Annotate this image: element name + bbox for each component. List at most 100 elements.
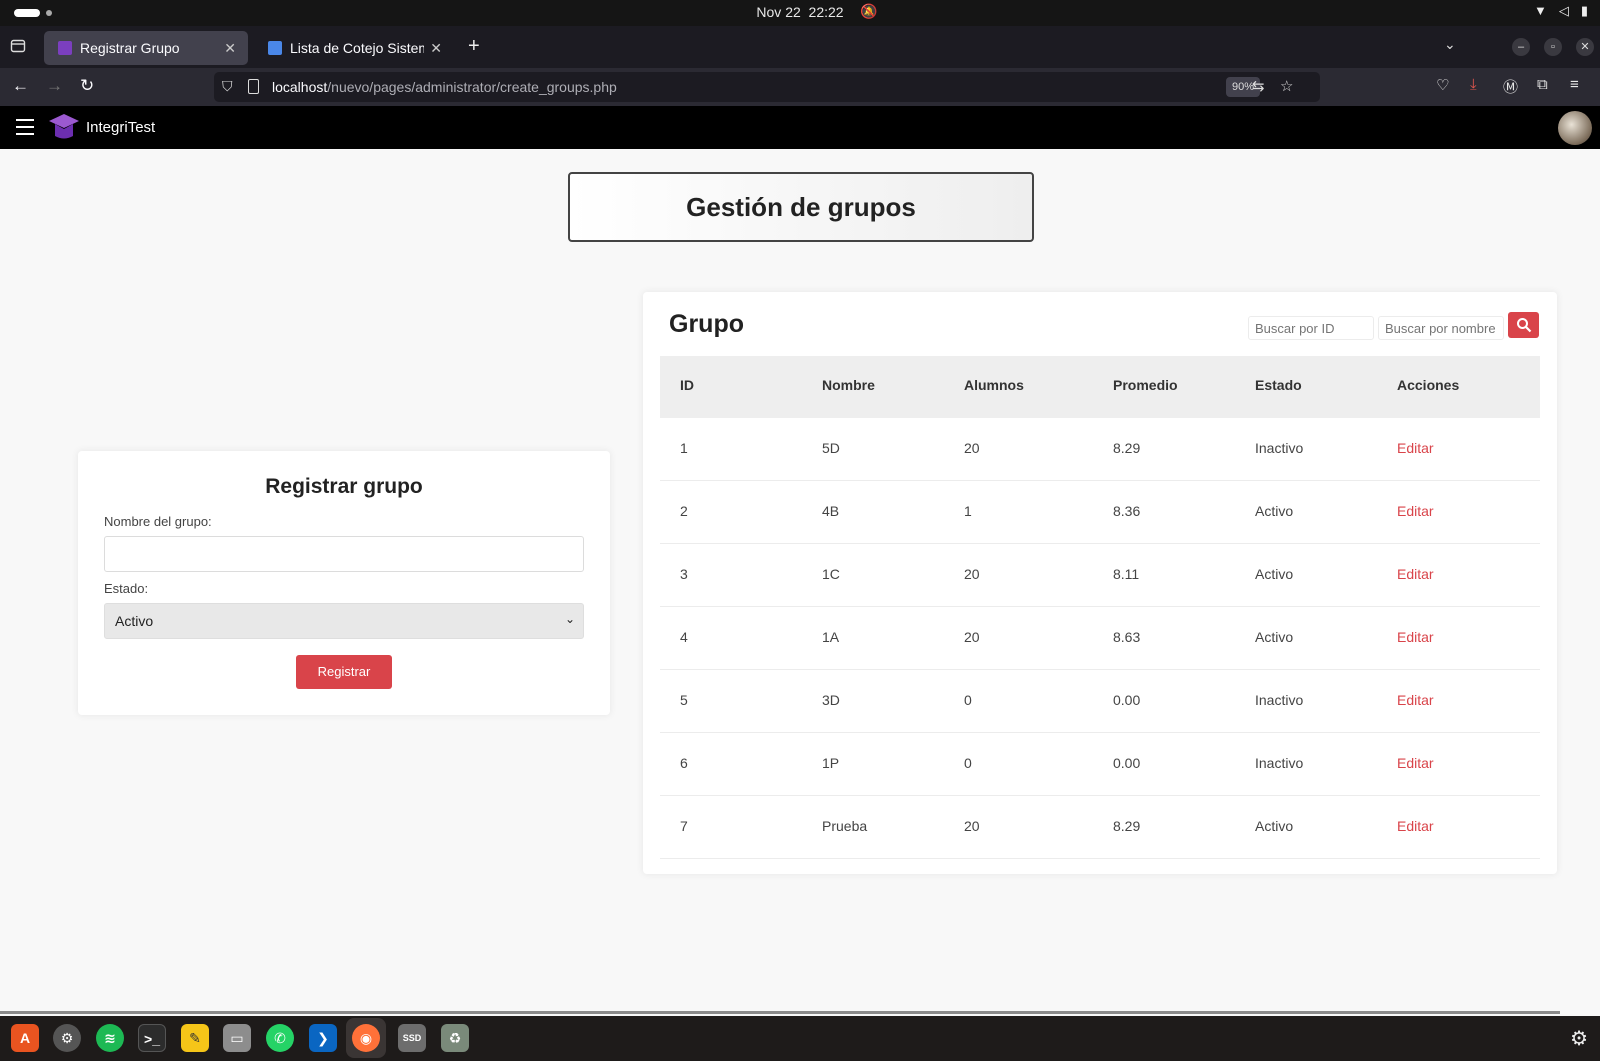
register-button[interactable]: Registrar bbox=[296, 655, 392, 689]
page-info-icon[interactable] bbox=[248, 79, 259, 94]
search-by-id-input[interactable] bbox=[1248, 316, 1374, 340]
cell-nombre: 1P bbox=[822, 755, 840, 771]
minimize-window-icon[interactable]: – bbox=[1512, 38, 1530, 56]
text-editor-icon[interactable]: ✎ bbox=[181, 1024, 209, 1052]
address-bar[interactable]: ⛉ localhost/nuevo/pages/administrator/cr… bbox=[214, 72, 1320, 102]
cell-id: 5 bbox=[680, 692, 688, 708]
ssd-icon[interactable]: SSD bbox=[398, 1024, 426, 1052]
cell-promedio: 8.29 bbox=[1113, 440, 1141, 456]
edit-link[interactable]: Editar bbox=[1397, 440, 1434, 456]
column-header-acciones: Acciones bbox=[1397, 377, 1460, 393]
reload-icon[interactable]: ↻ bbox=[80, 76, 94, 96]
register-form-heading: Registrar grupo bbox=[265, 475, 423, 498]
url-path: /nuevo/pages/administrator/create_groups… bbox=[327, 79, 617, 95]
app-center-icon[interactable]: A bbox=[11, 1024, 39, 1052]
cell-estado: Activo bbox=[1255, 566, 1294, 582]
url-text[interactable]: localhost/nuevo/pages/administrator/crea… bbox=[272, 79, 617, 95]
files-icon[interactable]: ▭ bbox=[223, 1024, 251, 1052]
cell-id: 6 bbox=[680, 755, 688, 771]
docs-favicon-icon bbox=[268, 41, 282, 55]
app-header: IntegriTest bbox=[0, 106, 1600, 149]
cell-estado: Inactivo bbox=[1255, 440, 1304, 456]
cell-nombre: 1A bbox=[822, 629, 840, 645]
cell-alumnos: 0 bbox=[964, 692, 972, 708]
column-header-nombre: Nombre bbox=[822, 377, 875, 393]
cell-alumnos: 20 bbox=[964, 818, 980, 834]
url-host: localhost bbox=[272, 79, 328, 95]
app-brand-name[interactable]: IntegriTest bbox=[86, 119, 155, 136]
restore-window-icon[interactable]: ▫ bbox=[1544, 38, 1562, 56]
app-menu-icon[interactable]: ≡ bbox=[1570, 76, 1579, 93]
tab-lista-de-cotejo[interactable]: Lista de Cotejo Sistema E ✕ bbox=[254, 31, 454, 65]
cell-alumnos: 20 bbox=[964, 566, 980, 582]
group-name-input[interactable] bbox=[104, 536, 584, 572]
terminal-icon[interactable]: >_ bbox=[138, 1024, 166, 1052]
battery-icon: ▮ bbox=[1580, 3, 1588, 18]
system-status-area[interactable]: ▼ ◁ ▮ bbox=[1534, 3, 1588, 19]
table-row: 3 1C 20 8.11 Activo Editar bbox=[660, 544, 1540, 607]
firefox-view-icon[interactable] bbox=[10, 38, 28, 54]
column-header-alumnos: Alumnos bbox=[964, 377, 1024, 393]
edit-link[interactable]: Editar bbox=[1397, 755, 1434, 771]
group-name-label: Nombre del grupo: bbox=[104, 514, 212, 529]
hamburger-menu-icon[interactable] bbox=[16, 119, 34, 140]
cell-nombre: Prueba bbox=[822, 818, 868, 834]
translate-icon[interactable]: ⇆ bbox=[1252, 77, 1265, 95]
cell-id: 7 bbox=[680, 818, 688, 834]
table-row: 4 1A 20 8.63 Activo Editar bbox=[660, 607, 1540, 670]
cell-promedio: 0.00 bbox=[1113, 755, 1141, 771]
status-selected-value: Activo bbox=[115, 613, 154, 629]
column-header-estado: Estado bbox=[1255, 377, 1302, 393]
page-horizontal-scrollbar[interactable] bbox=[0, 1011, 1560, 1014]
downloads-icon[interactable]: ⤓ bbox=[1470, 76, 1477, 93]
user-avatar[interactable] bbox=[1558, 111, 1592, 145]
close-tab-icon[interactable]: ✕ bbox=[430, 40, 442, 57]
pocket-icon[interactable]: ♡ bbox=[1436, 76, 1449, 94]
chevron-down-icon: ⌄ bbox=[564, 612, 575, 626]
search-by-name-input[interactable] bbox=[1378, 316, 1504, 340]
status-select[interactable]: Activo ⌄ bbox=[104, 603, 584, 639]
show-apps-icon[interactable]: ⚙ bbox=[1570, 1026, 1588, 1051]
clock-time: 22:22 bbox=[808, 4, 844, 20]
settings-icon[interactable]: ⚙ bbox=[53, 1024, 81, 1052]
table-row: 2 4B 1 8.36 Activo Editar bbox=[660, 481, 1540, 544]
whatsapp-icon[interactable]: ✆ bbox=[266, 1024, 294, 1052]
edit-link[interactable]: Editar bbox=[1397, 692, 1434, 708]
status-label: Estado: bbox=[104, 581, 149, 596]
tab-registrar-grupo[interactable]: Registrar Grupo ✕ bbox=[44, 31, 248, 65]
cell-alumnos: 20 bbox=[964, 629, 980, 645]
tracking-protection-shield-icon[interactable]: ⛉ bbox=[222, 78, 233, 95]
edit-link[interactable]: Editar bbox=[1397, 818, 1434, 834]
graduation-cap-logo-icon[interactable] bbox=[47, 112, 81, 142]
extensions-icon[interactable]: ⧉ bbox=[1537, 76, 1548, 93]
edit-link[interactable]: Editar bbox=[1397, 503, 1434, 519]
vscode-icon[interactable]: ❯ bbox=[309, 1024, 337, 1052]
close-window-icon[interactable]: ✕ bbox=[1576, 38, 1594, 56]
cell-promedio: 0.00 bbox=[1113, 692, 1141, 708]
cell-promedio: 8.63 bbox=[1113, 629, 1141, 645]
register-group-card: Registrar grupo Nombre del grupo: Estado… bbox=[78, 451, 610, 715]
forward-arrow-icon[interactable]: → bbox=[46, 76, 63, 96]
groups-table-heading: Grupo bbox=[669, 310, 744, 338]
search-button[interactable] bbox=[1508, 312, 1539, 338]
new-tab-icon[interactable]: + bbox=[468, 35, 480, 58]
firefox-icon[interactable]: ◉ bbox=[352, 1024, 380, 1052]
tab-title: Registrar Grupo bbox=[80, 40, 180, 56]
system-clock[interactable]: Nov 22 22:22 bbox=[0, 4, 1600, 20]
column-header-promedio: Promedio bbox=[1113, 377, 1178, 393]
cell-id: 4 bbox=[680, 629, 688, 645]
back-arrow-icon[interactable]: ← bbox=[12, 76, 29, 96]
close-tab-icon[interactable]: ✕ bbox=[224, 40, 236, 57]
account-m-icon[interactable]: Ⓜ bbox=[1503, 76, 1518, 97]
cell-nombre: 3D bbox=[822, 692, 840, 708]
edit-link[interactable]: Editar bbox=[1397, 629, 1434, 645]
bookmark-star-icon[interactable]: ☆ bbox=[1280, 77, 1293, 95]
cell-alumnos: 1 bbox=[964, 503, 972, 519]
list-all-tabs-chevron-icon[interactable]: ⌄ bbox=[1444, 36, 1456, 53]
trash-icon[interactable]: ♻ bbox=[441, 1024, 469, 1052]
cell-estado: Activo bbox=[1255, 503, 1294, 519]
column-header-id: ID bbox=[680, 377, 694, 393]
edit-link[interactable]: Editar bbox=[1397, 566, 1434, 582]
spotify-icon[interactable]: ≋ bbox=[96, 1024, 124, 1052]
tab-favicon-icon bbox=[58, 41, 72, 55]
